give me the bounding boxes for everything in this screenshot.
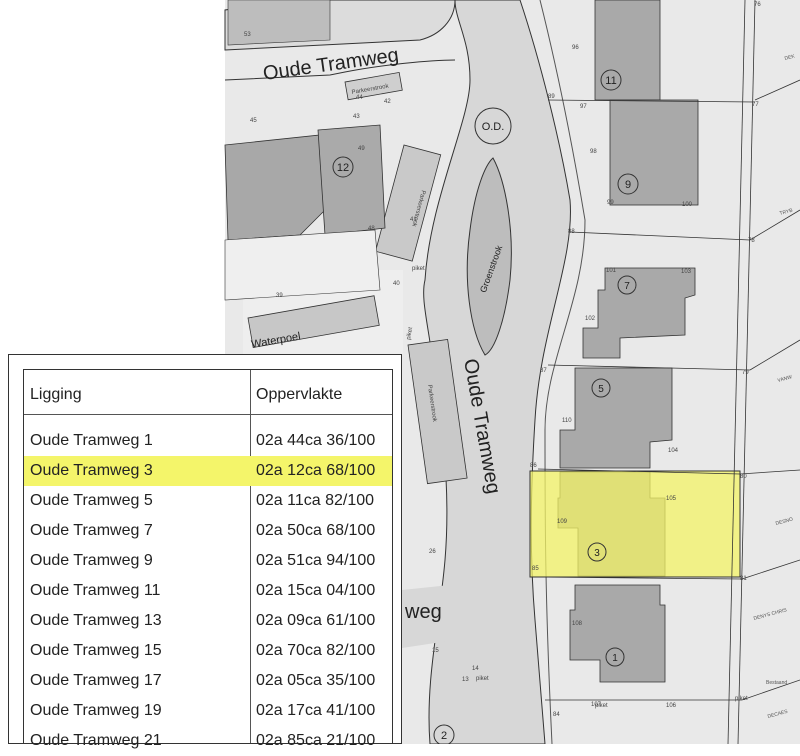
- svg-text:96: 96: [572, 45, 579, 51]
- table-row: Oude Tramweg 13 02a 09ca 61/100: [24, 606, 392, 636]
- cell-oppervlakte: 02a 09ca 61/100: [256, 612, 376, 629]
- svg-text:87: 87: [540, 368, 547, 374]
- svg-text:105: 105: [666, 496, 677, 502]
- svg-text:44: 44: [356, 95, 363, 101]
- svg-text:110: 110: [562, 418, 572, 424]
- svg-text:piket: piket: [412, 266, 425, 272]
- cell-ligging: Oude Tramweg 13: [30, 612, 162, 629]
- svg-text:106: 106: [666, 703, 677, 709]
- svg-text:98: 98: [590, 149, 597, 155]
- table-row: Oude Tramweg 1 02a 44ca 36/100: [24, 426, 392, 456]
- svg-text:103: 103: [681, 269, 692, 275]
- svg-text:piket: piket: [476, 676, 489, 682]
- table-row: Oude Tramweg 7 02a 50ca 68/100: [24, 516, 392, 546]
- svg-text:45: 45: [250, 118, 257, 124]
- svg-text:11: 11: [605, 75, 616, 87]
- header-ligging: Ligging: [30, 386, 82, 403]
- cell-oppervlakte: 02a 44ca 36/100: [256, 432, 376, 449]
- cell-oppervlakte: 02a 50ca 68/100: [256, 522, 376, 539]
- table-row: Oude Tramweg 11 02a 15ca 04/100: [24, 576, 392, 606]
- cell-ligging: Oude Tramweg 17: [30, 672, 162, 689]
- svg-text:48: 48: [368, 226, 375, 232]
- cell-oppervlakte: 02a 85ca 21/100: [256, 732, 376, 749]
- cell-oppervlakte: 02a 70ca 82/100: [256, 642, 376, 659]
- cell-ligging: Oude Tramweg 21: [30, 732, 162, 749]
- svg-text:3: 3: [594, 548, 600, 559]
- parcel-legend-table: Ligging Oppervlakte Oude Tramweg 1 02a 44…: [8, 354, 402, 749]
- svg-text:79: 79: [742, 370, 749, 376]
- svg-text:2: 2: [441, 730, 447, 742]
- svg-text:109: 109: [557, 519, 568, 525]
- svg-text:12: 12: [337, 162, 349, 174]
- svg-text:86: 86: [530, 463, 537, 469]
- cell-ligging: Oude Tramweg 11: [30, 582, 161, 599]
- header-oppervlakte: Oppervlakte: [256, 386, 343, 403]
- svg-text:81: 81: [740, 576, 747, 582]
- svg-text:101: 101: [606, 268, 617, 274]
- svg-text:49: 49: [358, 146, 365, 152]
- svg-text:7: 7: [624, 281, 630, 292]
- svg-text:89: 89: [548, 94, 555, 100]
- svg-text:5: 5: [598, 384, 604, 395]
- table-row: Oude Tramweg 3 02a 12ca 68/100: [24, 456, 392, 486]
- cell-ligging: Oude Tramweg 15: [30, 642, 162, 659]
- building-44: [317, 124, 386, 236]
- svg-text:108: 108: [572, 621, 583, 627]
- svg-text:piket: piket: [595, 703, 608, 709]
- svg-text:84: 84: [553, 712, 560, 718]
- svg-text:40: 40: [393, 281, 400, 287]
- svg-text:13: 13: [462, 677, 469, 683]
- svg-text:26: 26: [429, 549, 436, 555]
- table-row: Oude Tramweg 19 02a 17ca 41/100: [24, 696, 392, 726]
- cell-oppervlakte: 02a 17ca 41/100: [256, 702, 376, 719]
- svg-text:piket: piket: [735, 696, 748, 702]
- svg-text:39: 39: [276, 293, 283, 299]
- cell-oppervlakte: 02a 11ca 82/100: [256, 492, 375, 509]
- svg-text:53: 53: [244, 32, 251, 38]
- svg-text:88: 88: [568, 229, 575, 235]
- svg-text:15: 15: [432, 648, 439, 654]
- cell-oppervlakte: 02a 12ca 68/100: [256, 462, 376, 479]
- legend-header: Ligging Oppervlakte: [24, 380, 392, 410]
- svg-text:77: 77: [752, 102, 759, 108]
- table-row: Oude Tramweg 15 02a 70ca 82/100: [24, 636, 392, 666]
- svg-text:41: 41: [410, 217, 417, 223]
- table-row: Oude Tramweg 17 02a 05ca 35/100: [24, 666, 392, 696]
- cell-ligging: Oude Tramweg 19: [30, 702, 162, 719]
- svg-text:1: 1: [612, 653, 618, 664]
- table-row: Oude Tramweg 9 02a 51ca 94/100: [24, 546, 392, 576]
- svg-text:100: 100: [682, 202, 693, 208]
- cell-oppervlakte: 02a 15ca 04/100: [256, 582, 376, 599]
- cell-oppervlakte: 02a 05ca 35/100: [256, 672, 376, 689]
- svg-text:104: 104: [668, 448, 679, 454]
- svg-text:14: 14: [472, 666, 479, 672]
- svg-text:78: 78: [748, 238, 755, 244]
- cell-ligging: Oude Tramweg 5: [30, 492, 153, 509]
- svg-text:97: 97: [580, 104, 587, 110]
- svg-text:Bestaand: Bestaand: [766, 680, 787, 686]
- table-row: Oude Tramweg 5 02a 11ca 82/100: [24, 486, 392, 516]
- svg-text:76: 76: [754, 2, 761, 8]
- cell-ligging: Oude Tramweg 7: [30, 522, 153, 539]
- svg-text:80: 80: [740, 474, 747, 480]
- cell-oppervlakte: 02a 51ca 94/100: [256, 552, 376, 569]
- svg-text:42: 42: [384, 99, 391, 105]
- cell-ligging: Oude Tramweg 1: [30, 432, 153, 449]
- table-row: Oude Tramweg 21 02a 85ca 21/100: [24, 726, 392, 756]
- svg-text:102: 102: [585, 316, 596, 322]
- street-oude-tramweg-bottom: weg: [404, 601, 442, 623]
- svg-text:99: 99: [607, 200, 614, 206]
- od-label: O.D.: [482, 121, 505, 133]
- cell-ligging: Oude Tramweg 9: [30, 552, 153, 569]
- svg-text:85: 85: [532, 566, 539, 572]
- building-lot-12: [224, 134, 326, 241]
- svg-text:43: 43: [353, 114, 360, 120]
- cell-ligging: Oude Tramweg 3: [30, 462, 153, 479]
- svg-text:9: 9: [625, 179, 631, 191]
- building-lot-9: [609, 99, 699, 206]
